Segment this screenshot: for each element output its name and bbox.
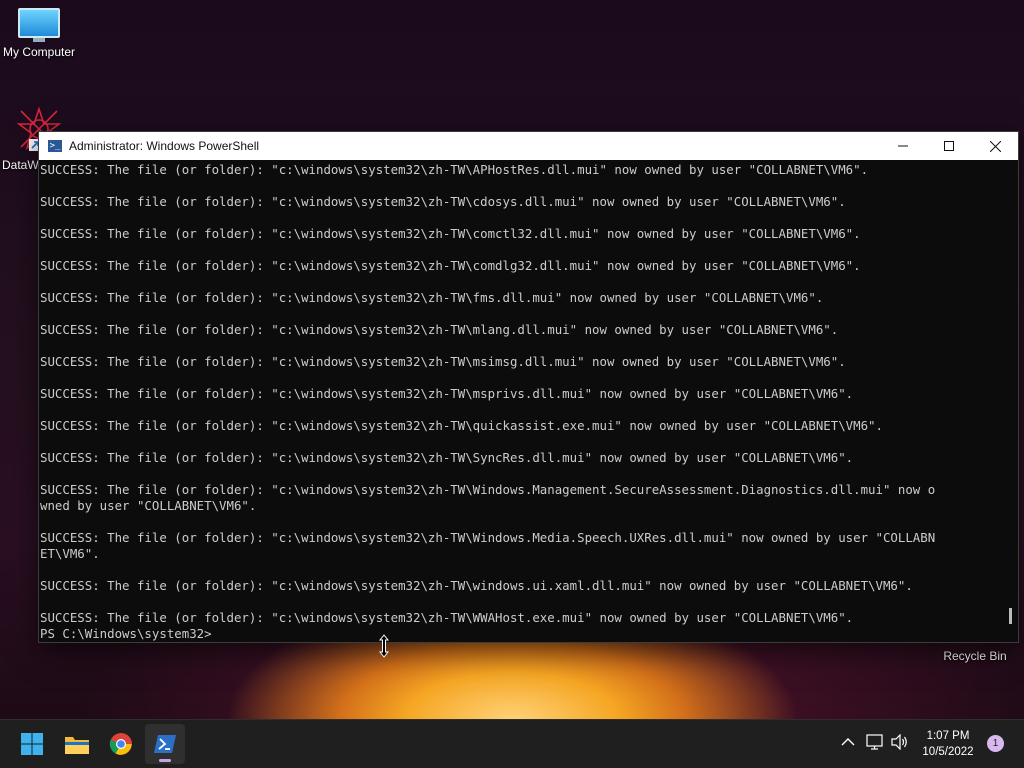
notification-badge[interactable]: 1 (987, 735, 1004, 752)
console-line: SUCCESS: The file (or folder): "c:\windo… (40, 450, 854, 465)
maximize-icon (944, 141, 954, 151)
console-line: SUCCESS: The file (or folder): "c:\windo… (40, 162, 869, 177)
chevron-up-icon (841, 738, 855, 746)
desktop-icon-label: Recycle Bin (943, 649, 1007, 663)
console-line: SUCCESS: The file (or folder): "c:\windo… (40, 290, 824, 305)
taskbar-file-explorer[interactable] (57, 724, 97, 764)
console-line: PS C:\Windows\system32> (40, 626, 212, 641)
volume-icon (891, 733, 907, 751)
window-title: Administrator: Windows PowerShell (69, 139, 260, 153)
file-explorer-icon (65, 737, 89, 754)
computer-icon (18, 8, 60, 42)
console-line: wned by user "COLLABNET\VM6". (40, 498, 257, 513)
volume-button[interactable] (890, 733, 910, 753)
console-line: SUCCESS: The file (or folder): "c:\windo… (40, 418, 883, 433)
network-icon (866, 734, 883, 750)
console-line: ET\VM6". (40, 546, 100, 561)
maximize-button[interactable] (926, 132, 972, 160)
minimize-icon (898, 145, 908, 147)
clock-time: 1:07 PM (926, 730, 970, 742)
console-line: SUCCESS: The file (or folder): "c:\windo… (40, 354, 846, 369)
windows-start-icon (21, 733, 43, 755)
resize-cursor-icon (378, 634, 390, 658)
powershell-window[interactable]: >_ Administrator: Windows PowerShell SUC… (38, 131, 1019, 643)
scrollbar-thumb[interactable] (1009, 608, 1012, 624)
console-scrollbar[interactable] (1002, 160, 1018, 642)
console-line: SUCCESS: The file (or folder): "c:\windo… (40, 578, 913, 593)
clock-date: 10/5/2022 (922, 746, 974, 758)
console-line: SUCCESS: The file (or folder): "c:\windo… (40, 194, 846, 209)
active-app-indicator (159, 759, 171, 762)
desktop-icon-recycle-bin[interactable]: Recycle Bin (935, 646, 1015, 663)
console-line: SUCCESS: The file (or folder): "c:\windo… (40, 226, 861, 241)
console-line: SUCCESS: The file (or folder): "c:\windo… (40, 610, 854, 625)
taskbar-chrome[interactable] (101, 724, 141, 764)
console-line: SUCCESS: The file (or folder): "c:\windo… (40, 322, 839, 337)
close-button[interactable] (972, 132, 1018, 160)
console-line: SUCCESS: The file (or folder): "c:\windo… (40, 530, 936, 545)
show-hidden-icons-button[interactable] (838, 734, 858, 750)
powershell-icon (154, 735, 176, 753)
taskbar: 1:07 PM 10/5/2022 (0, 719, 1024, 768)
taskbar-clock[interactable]: 1:07 PM 10/5/2022 (918, 728, 978, 760)
powershell-icon: >_ (48, 140, 62, 152)
minimize-button[interactable] (880, 132, 926, 160)
close-icon (989, 140, 1001, 152)
desktop-icon-label: My Computer (2, 45, 76, 59)
window-titlebar[interactable]: >_ Administrator: Windows PowerShell (39, 132, 1018, 160)
console-output[interactable]: SUCCESS: The file (or folder): "c:\windo… (39, 160, 1002, 642)
desktop-icon-my-computer[interactable]: My Computer (0, 8, 78, 59)
chrome-icon (109, 733, 132, 755)
console-line: SUCCESS: The file (or folder): "c:\windo… (40, 482, 936, 497)
network-button[interactable] (865, 734, 885, 753)
console-line: SUCCESS: The file (or folder): "c:\windo… (40, 258, 861, 273)
start-button[interactable] (12, 724, 52, 764)
taskbar-powershell[interactable] (145, 724, 185, 764)
console-line: SUCCESS: The file (or folder): "c:\windo… (40, 386, 854, 401)
